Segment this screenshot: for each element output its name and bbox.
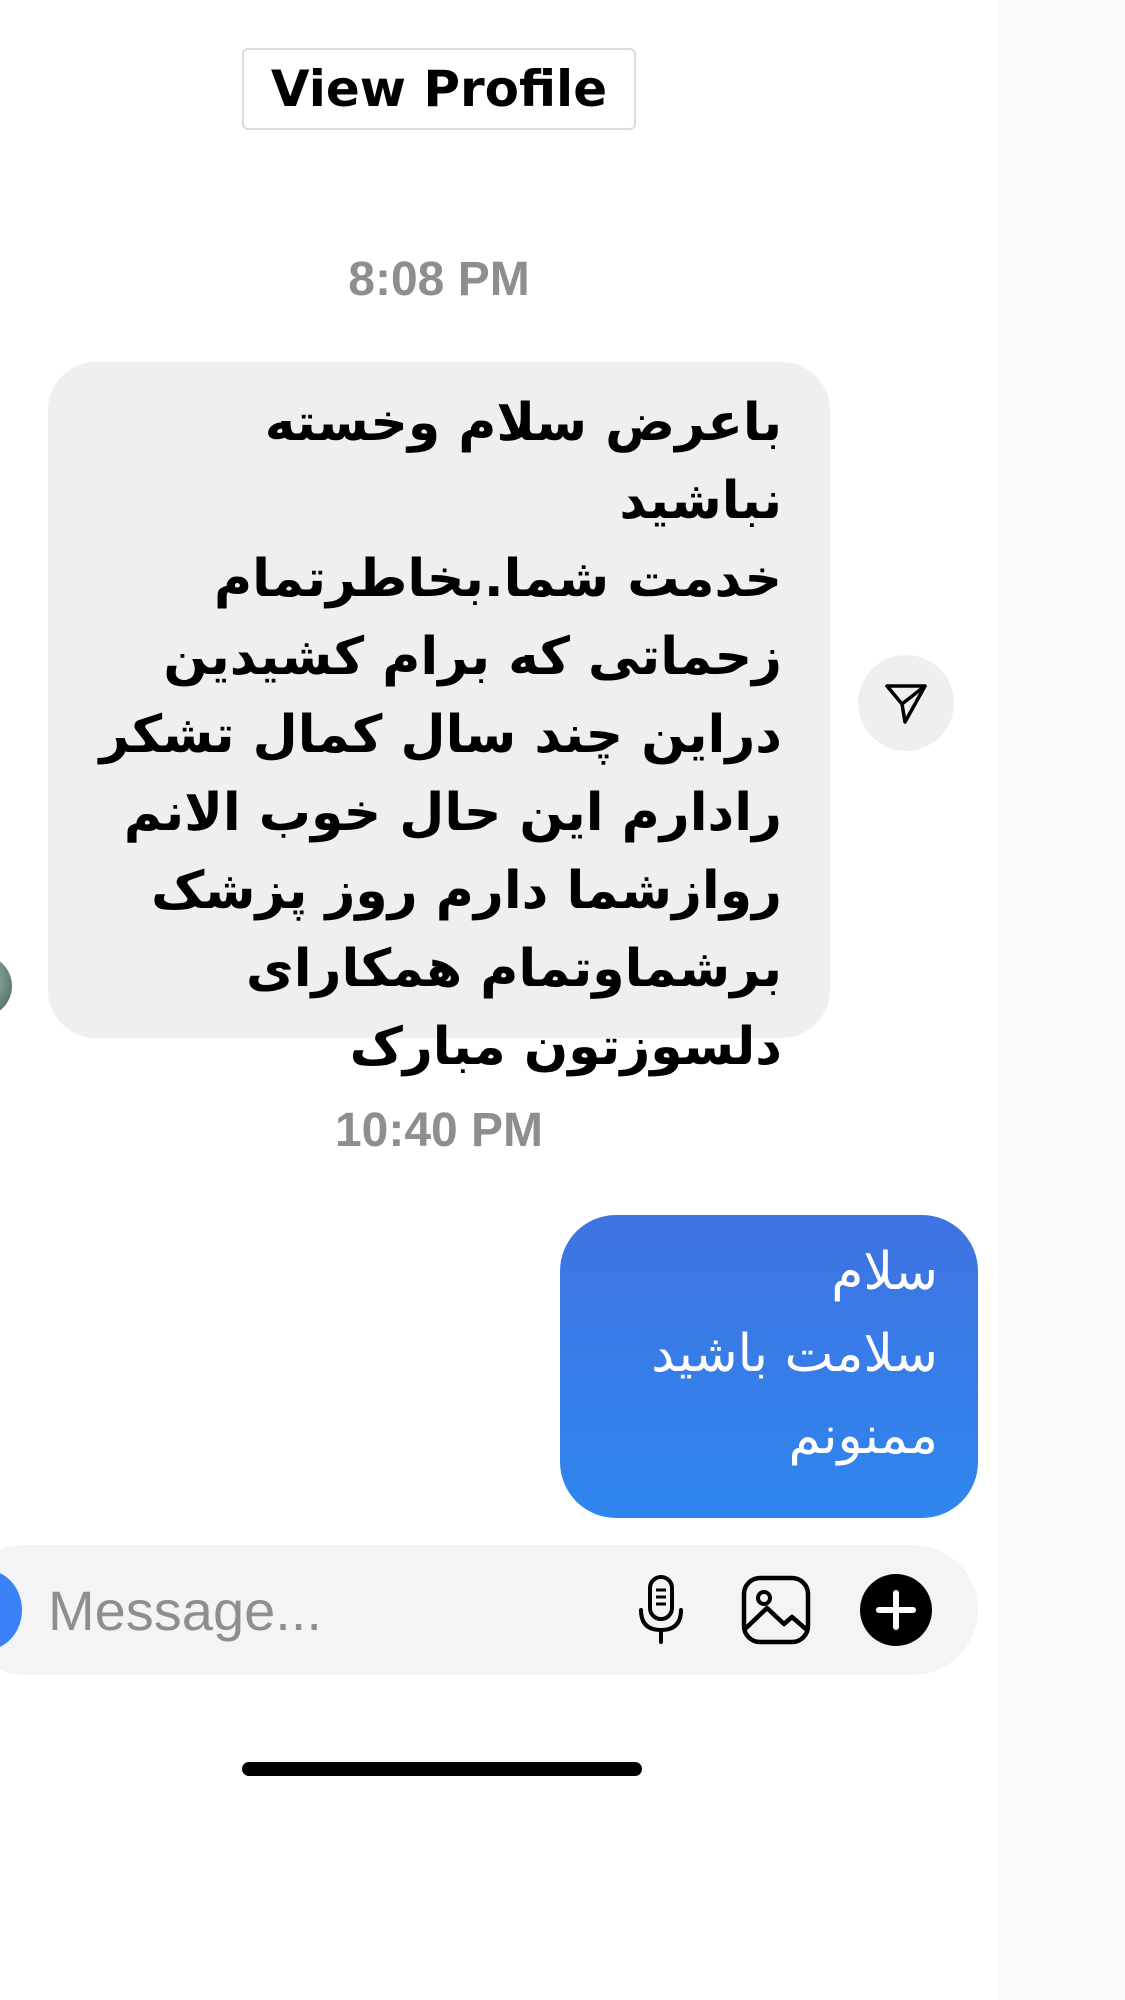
outgoing-message-text: سلام سلامت باشید ممنونم bbox=[651, 1242, 938, 1466]
microphone-button[interactable] bbox=[628, 1572, 694, 1648]
right-edge-panel bbox=[997, 0, 1125, 2000]
gallery-icon bbox=[741, 1575, 811, 1645]
message-timestamp: 8:08 PM bbox=[348, 253, 530, 306]
message-timestamp: 10:40 PM bbox=[334, 1104, 544, 1157]
incoming-message-bubble[interactable]: باعرض سلام وخسته نباشید خدمت شما.بخاطرتم… bbox=[48, 362, 830, 1077]
chat-screen: View Profile 8:08 PM باعرض سلام وخسته نب… bbox=[0, 0, 1125, 2000]
outgoing-message-bubble[interactable]: سلام سلامت باشید ممنونم bbox=[560, 1215, 978, 1518]
microphone-icon bbox=[639, 1575, 683, 1644]
paper-plane-icon bbox=[885, 684, 927, 724]
add-content-button[interactable] bbox=[858, 1572, 934, 1648]
message-input[interactable] bbox=[48, 1572, 608, 1648]
plus-icon bbox=[860, 1574, 932, 1646]
incoming-message-text: باعرض سلام وخسته نباشید خدمت شما.بخاطرتم… bbox=[99, 393, 782, 1077]
sender-avatar[interactable] bbox=[0, 955, 12, 1017]
home-indicator[interactable] bbox=[242, 1762, 642, 1776]
view-profile-button[interactable]: View Profile bbox=[242, 48, 636, 130]
share-message-button[interactable] bbox=[858, 655, 954, 751]
gallery-button[interactable] bbox=[738, 1572, 814, 1648]
